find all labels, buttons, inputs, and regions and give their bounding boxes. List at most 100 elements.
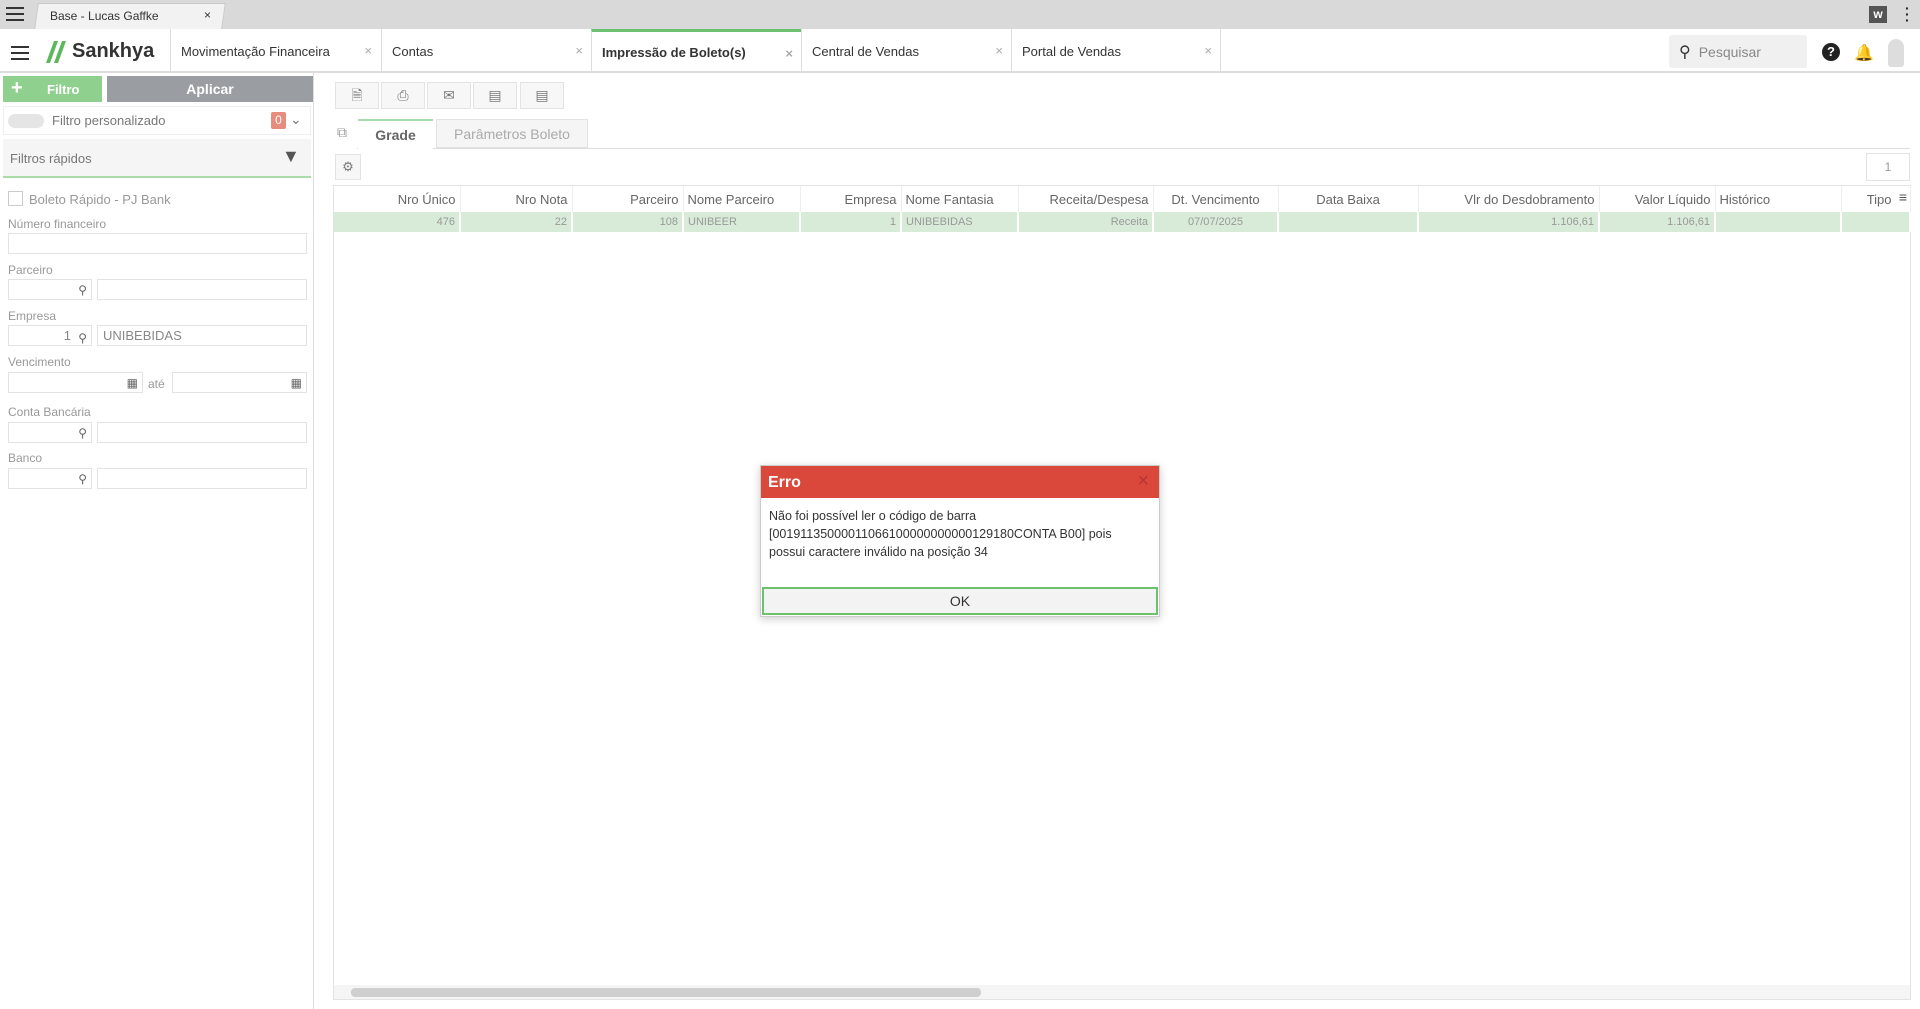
conta-bancaria-label: Conta Bancária bbox=[8, 405, 91, 419]
browser-kebab-icon[interactable]: · · · bbox=[1905, 1, 1910, 27]
col-dt-vencimento[interactable]: Dt. Vencimento bbox=[1153, 186, 1279, 212]
chevron-down-icon[interactable]: ⌄ bbox=[290, 111, 302, 128]
parceiro-name-input[interactable] bbox=[97, 279, 307, 300]
banco-code-input[interactable]: ⚲ bbox=[8, 468, 92, 489]
col-nro-nota[interactable]: Nro Nota bbox=[460, 186, 573, 212]
search-icon[interactable]: ⚲ bbox=[78, 283, 87, 297]
page-number[interactable]: 1 bbox=[1866, 153, 1910, 181]
cell bbox=[1715, 212, 1842, 232]
tab-central-vendas[interactable]: Central de Vendas × bbox=[801, 29, 1011, 73]
envelope-icon: ✉ bbox=[443, 87, 455, 103]
calendar-icon[interactable]: ▦ bbox=[127, 376, 138, 390]
vencimento-label: Vencimento bbox=[8, 355, 71, 369]
app-menu-icon[interactable] bbox=[11, 46, 29, 60]
cell: 1.106,61 bbox=[1599, 212, 1716, 232]
parceiro-code-input[interactable]: ⚲ bbox=[8, 279, 92, 300]
dialog-header: Erro × bbox=[761, 466, 1159, 498]
col-nome-parceiro[interactable]: Nome Parceiro bbox=[683, 186, 801, 212]
ok-button[interactable]: OK bbox=[762, 587, 1158, 615]
filter-label: Filtro bbox=[47, 82, 80, 97]
report-button[interactable]: 🗎 bbox=[335, 82, 379, 109]
close-icon[interactable]: × bbox=[575, 43, 583, 58]
grid-settings-button[interactable]: ⚙ bbox=[335, 154, 361, 180]
empresa-name-input[interactable]: UNIBEBIDAS bbox=[97, 325, 307, 346]
tab-impressao-boletos[interactable]: Impressão de Boleto(s) × bbox=[591, 29, 801, 73]
cell: UNIBEER bbox=[683, 212, 801, 232]
plus-icon: + bbox=[11, 77, 23, 99]
tab-label: Central de Vendas bbox=[812, 43, 919, 59]
tab-label: Impressão de Boleto(s) bbox=[602, 45, 746, 60]
col-nro-unico[interactable]: Nro Único bbox=[334, 186, 461, 212]
conta-bancaria-code-input[interactable]: ⚲ bbox=[8, 422, 92, 443]
cell: 22 bbox=[460, 212, 573, 232]
column-menu-icon[interactable]: ≡ bbox=[1899, 189, 1907, 205]
remessa-button[interactable]: ▤ bbox=[520, 82, 564, 109]
tab-contas[interactable]: Contas × bbox=[381, 29, 591, 73]
cell: UNIBEBIDAS bbox=[901, 212, 1019, 232]
search-icon: ⚲ bbox=[1679, 43, 1691, 61]
col-valor-liquido[interactable]: Valor Líquido bbox=[1599, 186, 1716, 212]
col-receita-despesa[interactable]: Receita/Despesa bbox=[1018, 186, 1154, 212]
close-icon[interactable]: × bbox=[1204, 43, 1212, 58]
close-icon[interactable]: × bbox=[364, 43, 372, 58]
filter-settings-icon[interactable]: ▼ bbox=[282, 146, 300, 167]
conta-bancaria-name-input[interactable] bbox=[97, 422, 307, 443]
col-nome-fantasia[interactable]: Nome Fantasia bbox=[901, 186, 1019, 212]
empresa-code-value: 1 bbox=[63, 328, 71, 343]
cell bbox=[1278, 212, 1419, 232]
vencimento-start-input[interactable]: ▦ bbox=[8, 372, 143, 393]
custom-filter-toggle[interactable] bbox=[8, 114, 44, 128]
close-icon[interactable]: × bbox=[785, 46, 793, 61]
banco-name-input[interactable] bbox=[97, 468, 307, 489]
cell: 476 bbox=[334, 212, 461, 232]
parceiro-label: Parceiro bbox=[8, 263, 53, 277]
col-historico[interactable]: Histórico bbox=[1715, 186, 1842, 212]
col-vlr-desdobramento[interactable]: Vlr do Desdobramento bbox=[1418, 186, 1600, 212]
document-icon: 🗎 bbox=[351, 87, 363, 103]
apply-button[interactable]: Aplicar bbox=[107, 76, 313, 102]
custom-filter-count-badge: 0 bbox=[271, 112, 286, 129]
numero-financeiro-input[interactable] bbox=[8, 233, 307, 254]
calendar-icon[interactable]: ▦ bbox=[291, 376, 302, 390]
error-dialog: Erro × Não foi possível ler o código de b… bbox=[760, 465, 1160, 617]
tab-movimentacao-financeira[interactable]: Movimentação Financeira × bbox=[170, 29, 380, 73]
table-row[interactable]: 476 22 108 UNIBEER 1 UNIBEBIDAS Receita … bbox=[334, 212, 1911, 232]
table-header: Nro Único Nro Nota Parceiro Nome Parceir… bbox=[334, 186, 1911, 212]
config-boleto-button[interactable]: ▤ bbox=[473, 82, 517, 109]
horizontal-scrollbar[interactable] bbox=[334, 985, 1910, 999]
cell bbox=[1841, 212, 1911, 232]
col-empresa[interactable]: Empresa bbox=[800, 186, 902, 212]
add-filter-button[interactable]: + Filtro bbox=[3, 76, 102, 102]
browser-menu-icon[interactable] bbox=[6, 7, 24, 21]
tabs-divider bbox=[357, 148, 1910, 149]
vencimento-end-input[interactable]: ▦ bbox=[172, 372, 307, 393]
close-icon[interactable]: × bbox=[995, 43, 1003, 58]
print-button[interactable]: ⎙ bbox=[381, 82, 425, 109]
tab-parametros-boleto[interactable]: Parâmetros Boleto bbox=[436, 119, 588, 148]
extension-icon[interactable]: w bbox=[1869, 6, 1887, 23]
copy-icon[interactable]: ⧉ bbox=[337, 124, 347, 141]
boleto-rapido-checkbox[interactable] bbox=[8, 191, 23, 206]
empresa-code-input[interactable]: 1 ⚲ bbox=[8, 325, 92, 346]
browser-tab-close[interactable]: × bbox=[204, 8, 211, 22]
tab-grade[interactable]: Grade bbox=[358, 119, 433, 149]
col-parceiro[interactable]: Parceiro bbox=[572, 186, 684, 212]
custom-filter-label: Filtro personalizado bbox=[52, 113, 166, 128]
tab-portal-vendas[interactable]: Portal de Vendas × bbox=[1011, 29, 1221, 73]
search-icon[interactable]: ⚲ bbox=[78, 426, 87, 440]
bell-icon[interactable]: 🔔 bbox=[1854, 43, 1874, 63]
scrollbar-thumb[interactable] bbox=[351, 988, 981, 997]
avatar[interactable] bbox=[1888, 39, 1904, 67]
search-icon[interactable]: ⚲ bbox=[78, 329, 87, 348]
close-icon[interactable]: × bbox=[1137, 470, 1149, 493]
email-button[interactable]: ✉ bbox=[427, 82, 471, 109]
empresa-label: Empresa bbox=[8, 309, 57, 323]
help-icon[interactable]: ? bbox=[1822, 43, 1840, 61]
search-input[interactable]: ⚲ Pesquisar bbox=[1669, 35, 1807, 68]
quick-filters-label: Filtros rápidos bbox=[10, 151, 92, 166]
results-table: Nro Único Nro Nota Parceiro Nome Parceir… bbox=[334, 186, 1911, 232]
form-list-icon: ▤ bbox=[535, 87, 549, 103]
search-icon[interactable]: ⚲ bbox=[78, 472, 87, 486]
col-data-baixa[interactable]: Data Baixa bbox=[1278, 186, 1419, 212]
cell: 108 bbox=[572, 212, 684, 232]
